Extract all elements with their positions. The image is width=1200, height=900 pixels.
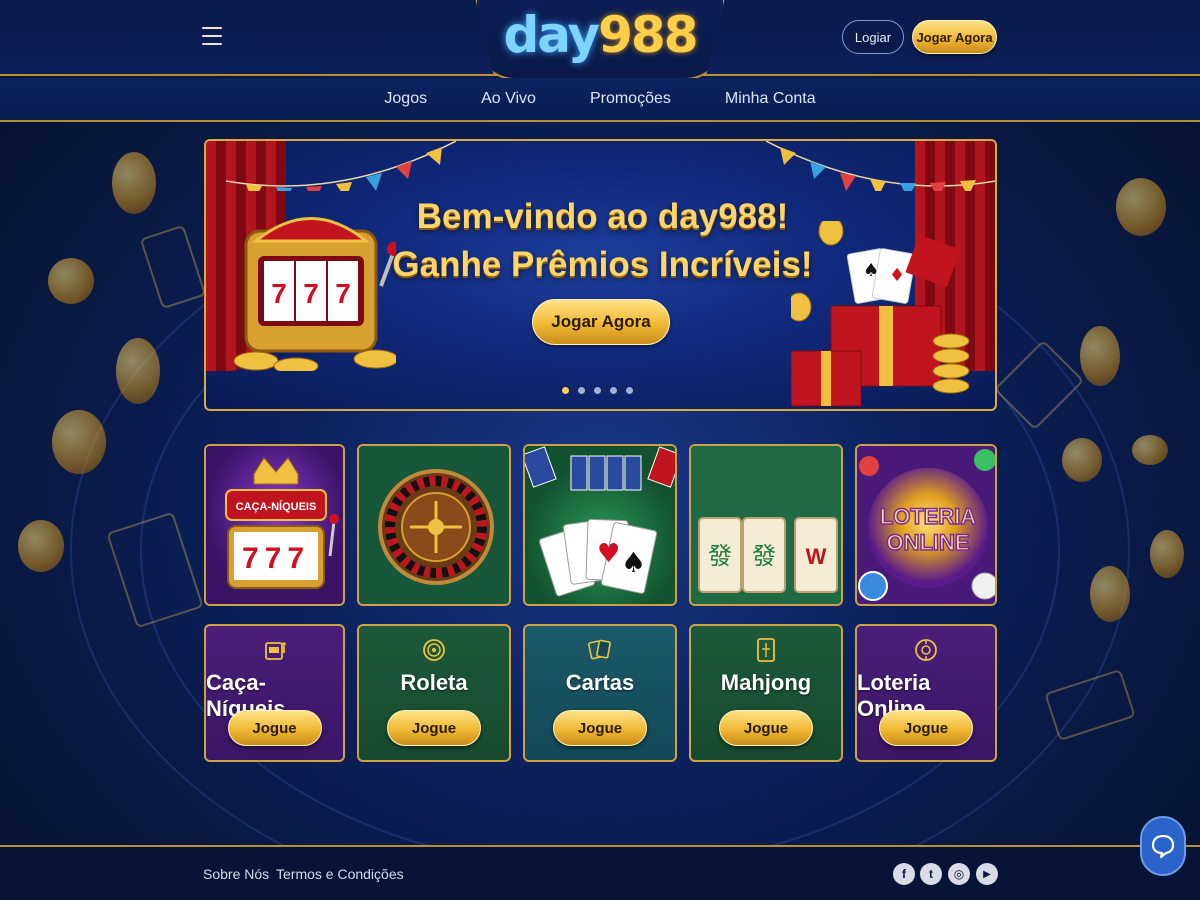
lottery-tile-art: LOTERIA ONLINE [857,446,995,604]
login-button[interactable]: Logiar [842,20,904,54]
slots-sign-text: CAÇA-NÍQUEIS [236,500,317,513]
nav-item-ao-vivo[interactable]: Ao Vivo [454,90,563,108]
hero-line-1: Bem-vindo ao day988! [416,197,789,236]
hamburger-icon[interactable] [200,24,224,48]
background-coin [1150,530,1184,578]
background-coin [52,410,106,474]
cards-icon [586,636,614,664]
svg-text:發: 發 [752,542,776,570]
mahjong-tile-art: 發 發 W [691,446,841,604]
brand-logo[interactable]: day988 [500,6,700,64]
hero-banner[interactable]: 7 7 7 ♠ ♦ Bem-vindo ao day988! Ganhe Prê… [204,139,997,411]
svg-text:♥: ♥ [597,539,620,569]
background-card [106,511,204,629]
svg-text:W: W [806,544,827,569]
main-nav: Jogos Ao Vivo Promoções Minha Conta [0,78,1200,122]
carousel-dot-2[interactable] [578,387,585,394]
game-card-mahjong: Mahjong Jogue [689,624,843,762]
tile-cards[interactable]: ♥ ♠ [523,444,677,606]
game-card-cards: Cartas Jogue [523,624,677,762]
nav-item-jogos[interactable]: Jogos [357,90,454,108]
instagram-icon[interactable]: ◎ [948,863,970,885]
background-coin [1062,438,1102,482]
youtube-icon[interactable]: ▶ [976,863,998,885]
background-coin [1090,566,1130,622]
nav-item-promocoes[interactable]: Promoções [563,90,698,108]
cards-tile-art: ♥ ♠ [525,446,675,604]
background-coin [1116,178,1166,236]
slots-reels-text: 777 [242,542,310,575]
tile-lottery[interactable]: LOTERIA ONLINE [855,444,997,606]
svg-text:♠: ♠ [621,546,646,579]
background-card [139,224,207,310]
footer: Sobre Nós Termos e Condições f t ◎ ▶ [0,845,1200,900]
game-card-lottery: Loteria Online Jogue [855,624,997,762]
facebook-icon[interactable]: f [893,863,915,885]
hero-line-2: Ganhe Prêmios Incríveis! [392,245,813,284]
tile-slots[interactable]: CAÇA-NÍQUEIS 777 [204,444,345,606]
play-now-button[interactable]: Jogar Agora [912,20,997,54]
slots-tile-art: CAÇA-NÍQUEIS 777 [206,446,343,604]
game-name: Roleta [400,670,468,695]
lottery-title-line1: LOTERIA [880,504,977,529]
roulette-tile-art [359,446,509,604]
logo-text-day: day [503,6,601,64]
hero-play-button[interactable]: Jogar Agora [532,299,670,345]
tile-roulette[interactable] [357,444,511,606]
background-coin [112,152,156,214]
lottery-title-line2: ONLINE [886,530,969,555]
footer-link-terms[interactable]: Termos e Condições [276,866,404,882]
game-name: Cartas [565,670,635,695]
play-button-roulette[interactable]: Jogue [387,710,481,746]
background-coin [1080,326,1120,386]
game-name: Mahjong [720,670,812,695]
game-card-slots: Caça-Níqueis Jogue [204,624,345,762]
bunting-right-icon [766,141,995,191]
twitter-icon[interactable]: t [920,863,942,885]
logo-text-988: 988 [598,6,698,64]
slot-machine-icon [261,636,289,664]
play-button-lottery[interactable]: Jogue [879,710,973,746]
tile-mahjong[interactable]: 發 發 W [689,444,843,606]
lottery-ball-icon [912,636,940,664]
chat-bubble-icon[interactable] [1140,816,1186,876]
bunting-left-icon [226,141,456,191]
svg-text:發: 發 [708,542,732,570]
background-card [993,339,1085,431]
play-button-slots[interactable]: Jogue [227,710,322,746]
background-coin [1132,435,1168,465]
footer-link-about[interactable]: Sobre Nós [203,866,269,882]
carousel-dot-1[interactable] [562,387,569,394]
play-button-cards[interactable]: Jogue [553,710,647,746]
background-card [1044,668,1136,742]
carousel-dot-4[interactable] [610,387,617,394]
carousel-dots [562,387,633,394]
carousel-dot-5[interactable] [626,387,633,394]
nav-item-minha-conta[interactable]: Minha Conta [698,90,843,108]
background-coin [48,258,94,304]
carousel-dot-3[interactable] [594,387,601,394]
background-coin [18,520,64,572]
roulette-icon [420,636,448,664]
hero-title: Bem-vindo ao day988! Ganhe Prêmios Incrí… [206,193,995,289]
game-card-roulette: Roleta Jogue [357,624,511,762]
background-coin [116,338,160,404]
play-button-mahjong[interactable]: Jogue [719,710,813,746]
mahjong-tile-icon [752,636,780,664]
